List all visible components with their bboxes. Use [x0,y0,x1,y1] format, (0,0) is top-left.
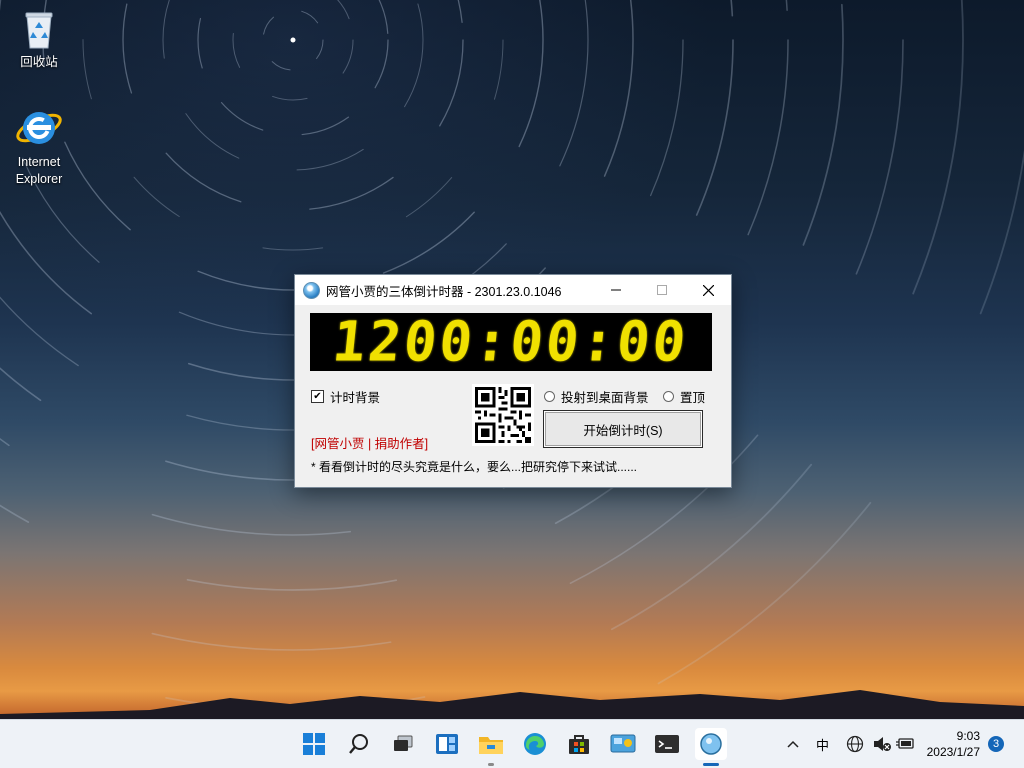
power-status[interactable] [895,720,915,768]
close-icon [702,284,714,296]
chevron-up-icon [787,740,799,748]
desktop-icon-internet-explorer[interactable]: Internet Explorer [4,104,74,188]
task-view-button[interactable] [387,728,419,760]
windows-logo-icon [303,733,325,755]
minimize-button[interactable] [593,275,639,305]
countdown-app-icon [700,733,722,755]
edge-icon [524,733,546,755]
countdown-display: 1200:00:00 [310,309,712,374]
speaker-muted-icon [874,737,891,751]
app-icon [303,281,320,299]
ime-indicator[interactable]: 中 [816,720,829,768]
desktop-icon-label: Internet Explorer [15,155,63,186]
radio-unselected-icon [663,391,674,402]
window-title: 网管小贾的三体倒计时器 - 2301.23.0.1046 [326,284,562,299]
active-app-indicator [703,763,719,766]
desktop-icon-label: 回收站 [20,55,58,69]
recycle-bin-icon [25,12,53,49]
radio-always-on-top[interactable]: 置顶 [663,387,705,406]
maximize-icon [657,285,667,295]
clock-time: 9:03 [956,729,980,743]
checkbox-label: 计时背景 [330,391,381,405]
explorer-running-indicator [488,763,494,766]
internet-explorer-icon [16,112,62,144]
countdown-window: 网管小贾的三体倒计时器 - 2301.23.0.1046 1200:00:00 … [294,274,732,488]
desktop-icon-recycle-bin[interactable]: 回收站 [4,10,74,71]
radio-label: 置顶 [680,391,706,405]
network-status[interactable] [846,720,864,768]
battery-plug-icon [896,738,914,749]
task-view-icon [394,735,413,751]
start-button[interactable] [298,728,330,760]
start-countdown-button[interactable]: 开始倒计时(S) [543,410,703,448]
search-button[interactable] [343,728,375,760]
widgets-icon [436,734,458,754]
checkbox-check-icon: ✔ [311,390,324,403]
clock-date: 2023/1/27 [926,745,980,759]
store-bag-icon [569,735,589,754]
folder-icon [479,737,503,754]
terminal-button[interactable] [651,728,683,760]
maximize-button[interactable] [639,275,685,305]
edge-browser-button[interactable] [519,728,551,760]
mountain-silhouette [0,690,1024,720]
show-hidden-icons-button[interactable] [786,720,800,768]
hint-text: * 看看倒计时的尽头究竟是什么，要么...把研究停下来试试...... [311,460,638,474]
control-panel-icon [610,734,636,753]
store-button[interactable] [563,728,595,760]
close-button[interactable] [685,275,731,305]
control-panel-button[interactable] [607,728,639,760]
radio-label: 投射到桌面背景 [561,391,649,405]
radio-project-desktop[interactable]: 投射到桌面背景 [544,387,649,406]
donate-link[interactable]: [网管小贾 | 捐助作者] [311,433,428,452]
radio-unselected-icon [544,391,555,402]
minimize-icon [611,289,621,291]
terminal-icon [655,735,679,753]
volume-status[interactable] [872,720,892,768]
taskbar: 中 9:03 2023/1/27 3 [0,719,1024,768]
notification-count-badge[interactable]: 3 [988,736,1004,752]
globe-icon [846,735,864,753]
countdown-digits: 1200:00:00 [330,309,692,374]
system-clock[interactable]: 9:03 2023/1/27 [927,728,980,760]
timer-background-checkbox[interactable]: ✔ 计时背景 [311,387,380,406]
qr-code-image [472,384,534,446]
countdown-app-taskbar-button[interactable] [695,728,727,760]
title-bar[interactable]: 网管小贾的三体倒计时器 - 2301.23.0.1046 [295,275,731,305]
widgets-button[interactable] [431,728,463,760]
search-icon [349,734,368,754]
file-explorer-button[interactable] [475,728,507,760]
